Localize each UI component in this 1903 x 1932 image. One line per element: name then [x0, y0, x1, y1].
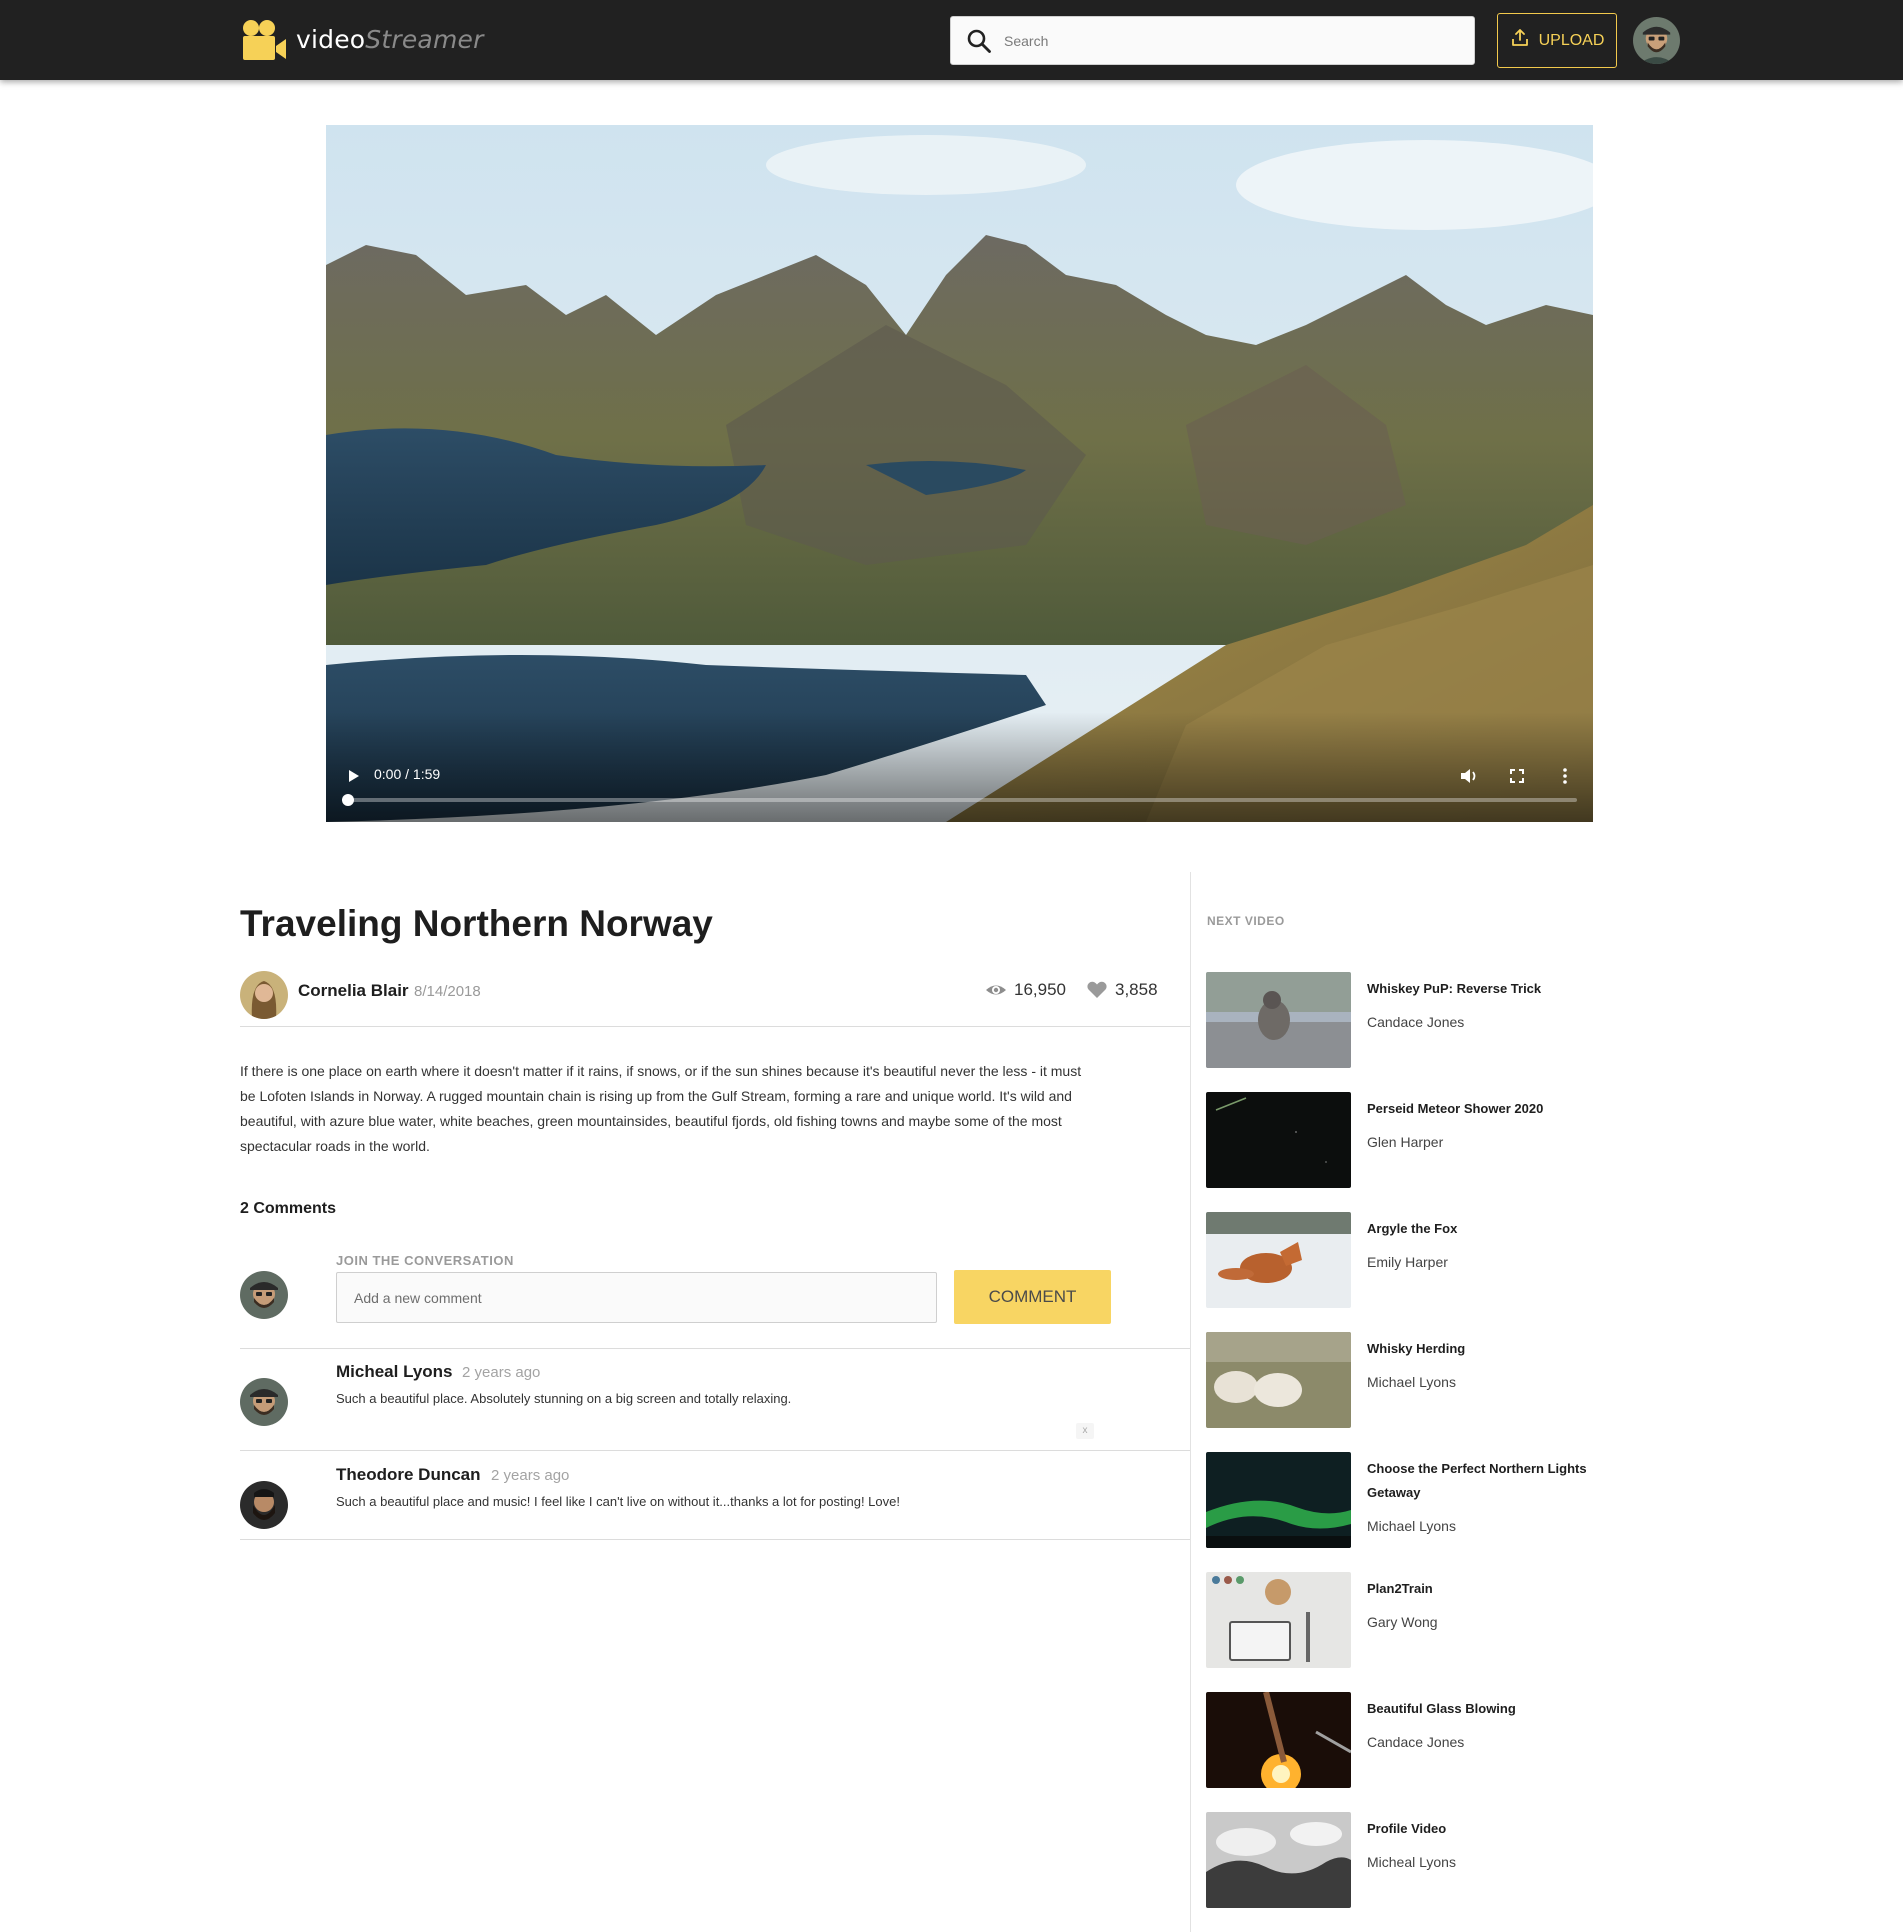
upload-icon [1511, 28, 1528, 46]
logo-text: videoStreamer [296, 25, 484, 55]
next-video-item[interactable]: Choose the Perfect Northern Lights Getaw… [1206, 1452, 1606, 1548]
next-video-author: Micheal Lyons [1367, 1854, 1456, 1870]
heart-icon[interactable] [1086, 980, 1108, 1000]
next-video-item[interactable]: Beautiful Glass Blowing Candace Jones [1206, 1692, 1606, 1788]
next-video-title[interactable]: Beautiful Glass Blowing [1367, 1697, 1597, 1721]
comment-input[interactable] [336, 1272, 937, 1323]
commenter-name[interactable]: Micheal Lyons [336, 1362, 453, 1382]
thumbnail-image [1206, 1332, 1351, 1428]
next-video-item[interactable]: Argyle the Fox Emily Harper [1206, 1212, 1606, 1308]
logo-word-streamer: Streamer [365, 25, 484, 54]
eye-icon [986, 985, 1006, 995]
next-video-author: Emily Harper [1367, 1254, 1448, 1270]
comment-button[interactable]: COMMENT [954, 1270, 1111, 1324]
next-video-title[interactable]: Profile Video [1367, 1817, 1597, 1841]
user-avatar-image [1633, 17, 1680, 64]
more-options-icon[interactable] [1554, 765, 1576, 787]
divider [240, 1450, 1190, 1451]
logo[interactable]: videoStreamer [240, 19, 484, 61]
delete-comment-button[interactable]: x [1076, 1423, 1094, 1439]
join-conversation-label: JOIN THE CONVERSATION [336, 1253, 514, 1268]
search-bar [950, 16, 1475, 65]
next-video-title[interactable]: Argyle the Fox [1367, 1217, 1597, 1241]
current-user-avatar [240, 1271, 288, 1319]
next-video-author: Candace Jones [1367, 1734, 1465, 1750]
next-video-author: Michael Lyons [1367, 1518, 1456, 1534]
video-thumbnail[interactable] [1206, 1572, 1351, 1668]
publish-date: 8/14/2018 [414, 983, 481, 1000]
video-description: If there is one place on earth where it … [240, 1063, 1082, 1154]
video-thumbnail[interactable] [1206, 972, 1351, 1068]
next-video-title[interactable]: Plan2Train [1367, 1577, 1597, 1601]
commenter-avatar[interactable] [240, 1481, 288, 1529]
upload-button[interactable]: UPLOAD [1497, 13, 1617, 68]
next-video-author: Michael Lyons [1367, 1374, 1456, 1390]
comment-time: 2 years ago [491, 1467, 570, 1484]
video-thumbnail[interactable] [1206, 1212, 1351, 1308]
next-video-title[interactable]: Perseid Meteor Shower 2020 [1367, 1097, 1597, 1121]
thumbnail-image [1206, 1572, 1351, 1668]
play-icon[interactable] [342, 765, 364, 787]
next-video-title[interactable]: Whisky Herding [1367, 1337, 1597, 1361]
comment-time: 2 years ago [462, 1364, 541, 1381]
fullscreen-icon[interactable] [1506, 765, 1528, 787]
progress-handle[interactable] [342, 794, 354, 806]
likes-value: 3,858 [1115, 980, 1158, 999]
next-video-title[interactable]: Choose the Perfect Northern Lights Getaw… [1367, 1457, 1597, 1505]
upload-label: UPLOAD [1538, 31, 1605, 49]
next-video-author: Candace Jones [1367, 1014, 1465, 1030]
video-stats: 16,950 3,858 [985, 980, 1158, 1000]
search-input[interactable] [1004, 32, 1444, 49]
next-video-author: Gary Wong [1367, 1614, 1438, 1630]
video-thumbnail[interactable] [1206, 1812, 1351, 1908]
next-video-item[interactable]: Whisky Herding Michael Lyons [1206, 1332, 1606, 1428]
video-thumbnail[interactable] [1206, 1092, 1351, 1188]
thumbnail-image [1206, 1092, 1351, 1188]
progress-bar[interactable] [342, 794, 1577, 806]
time-readout: 0:00 / 1:59 [374, 766, 441, 782]
video-thumbnail[interactable] [1206, 1692, 1351, 1788]
like-count[interactable]: 3,858 [1086, 980, 1158, 1000]
top-header: videoStreamer UPLOAD [0, 0, 1903, 80]
next-video-heading: NEXT VIDEO [1207, 914, 1285, 928]
author-avatar-image [240, 971, 288, 1019]
commenter-avatar[interactable] [240, 1378, 288, 1426]
next-video-author: Glen Harper [1367, 1134, 1444, 1150]
comments-count: 2 Comments [240, 1200, 337, 1217]
thumbnail-image [1206, 1212, 1351, 1308]
next-video-title[interactable]: Whiskey PuP: Reverse Trick [1367, 977, 1597, 1001]
search-icon[interactable] [966, 28, 992, 54]
comment-text: Such a beautiful place. Absolutely stunn… [336, 1391, 792, 1406]
next-video-item[interactable]: Whiskey PuP: Reverse Trick Candace Jones [1206, 972, 1606, 1068]
views-value: 16,950 [1014, 980, 1066, 999]
user-avatar[interactable] [1633, 17, 1680, 64]
next-video-item[interactable]: Plan2Train Gary Wong [1206, 1572, 1606, 1668]
video-title: Traveling Northern Norway [240, 903, 713, 944]
thumbnail-image [1206, 972, 1351, 1068]
current-user-avatar-image [240, 1271, 288, 1319]
author-name[interactable]: Cornelia Blair [298, 981, 409, 1001]
view-count: 16,950 [985, 980, 1066, 1000]
divider [240, 1348, 1190, 1349]
author-avatar[interactable] [240, 971, 288, 1019]
thumbnail-image [1206, 1452, 1351, 1548]
commenter-name[interactable]: Theodore Duncan [336, 1465, 481, 1485]
comment-text: Such a beautiful place and music! I feel… [336, 1494, 900, 1509]
controls-overlay [326, 712, 1593, 822]
commenter-avatar-image [240, 1481, 288, 1529]
commenter-avatar-image [240, 1378, 288, 1426]
divider [240, 1539, 1190, 1540]
video-thumbnail[interactable] [1206, 1452, 1351, 1548]
column-divider [1190, 872, 1191, 1932]
divider [240, 1026, 1190, 1027]
video-thumbnail[interactable] [1206, 1332, 1351, 1428]
logo-word-video: video [296, 25, 366, 54]
video-camera-icon [243, 20, 286, 60]
video-player[interactable]: 0:00 / 1:59 [326, 125, 1593, 822]
volume-icon[interactable] [1458, 765, 1480, 787]
thumbnail-image [1206, 1812, 1351, 1908]
next-video-item[interactable]: Perseid Meteor Shower 2020 Glen Harper [1206, 1092, 1606, 1188]
thumbnail-image [1206, 1692, 1351, 1788]
next-video-item[interactable]: Profile Video Micheal Lyons [1206, 1812, 1606, 1908]
